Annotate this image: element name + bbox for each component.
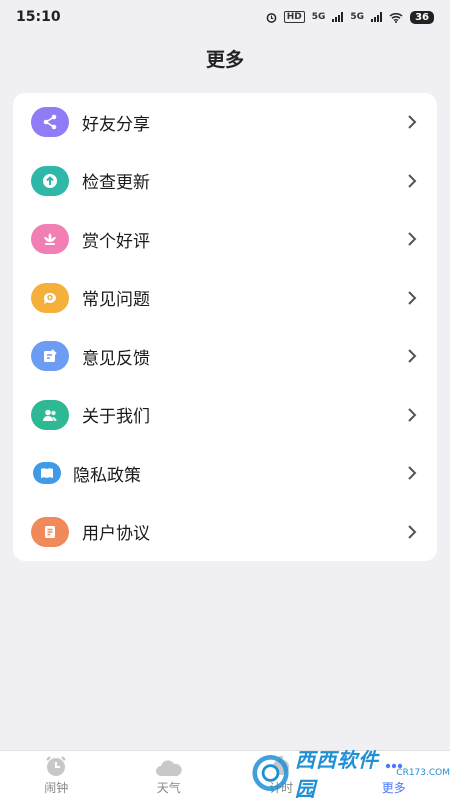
tab-label: 天气 <box>156 781 181 795</box>
cloud-icon <box>155 760 182 776</box>
tab-label: 更多 <box>381 781 406 795</box>
menu-item-feedback[interactable]: 意见反馈 <box>13 327 437 386</box>
menu-item-share[interactable]: 好友分享 <box>13 93 437 152</box>
battery-badge: 36 <box>410 10 434 24</box>
chevron-right-icon <box>405 291 419 305</box>
share-icon <box>31 107 69 138</box>
menu-item-label: 好友分享 <box>82 114 150 135</box>
question-bubble-icon <box>31 282 69 313</box>
alarm-clock-icon <box>46 756 67 776</box>
signal-bars-icon <box>332 12 344 22</box>
status-time: 15:10 <box>16 9 61 25</box>
chevron-right-icon <box>405 408 419 422</box>
menu-item-label: 意见反馈 <box>82 348 150 369</box>
book-icon <box>33 462 61 485</box>
tab-alarm[interactable]: 闹钟 <box>0 751 113 800</box>
menu-item-label: 关于我们 <box>82 407 150 428</box>
menu-item-agreement[interactable]: 用户协议 <box>13 503 437 562</box>
menu-item-label: 隐私政策 <box>73 465 141 486</box>
document-icon <box>31 516 69 547</box>
tab-label: 计时 <box>269 781 294 795</box>
tab-label: 闹钟 <box>44 781 69 795</box>
menu-item-label: 赏个好评 <box>82 231 150 252</box>
tab-weather[interactable]: 天气 <box>113 751 226 800</box>
menu-item-label: 常见问题 <box>82 290 150 311</box>
menu-item-check-update[interactable]: 检查更新 <box>13 152 437 211</box>
menu-item-about[interactable]: 关于我们 <box>13 386 437 445</box>
menu-item-faq[interactable]: 常见问题 <box>13 269 437 328</box>
tab-more[interactable]: 更多 <box>338 751 450 800</box>
more-icon <box>385 763 402 769</box>
status-icons: HD 5G 5G 36 <box>266 10 434 24</box>
menu-item-label: 检查更新 <box>82 173 150 194</box>
status-bar: 15:10 HD 5G 5G 36 <box>0 0 450 34</box>
page-title: 更多 <box>205 48 244 71</box>
people-icon <box>31 399 69 430</box>
chevron-right-icon <box>405 525 419 539</box>
bottom-tab-bar: 闹钟 天气 计时 更多 <box>0 750 450 800</box>
chevron-right-icon <box>405 466 419 480</box>
feedback-icon <box>31 341 69 372</box>
chevron-right-icon <box>405 174 419 188</box>
wifi-icon <box>389 12 403 23</box>
lotus-icon <box>31 224 69 255</box>
menu-item-rate[interactable]: 赏个好评 <box>13 210 437 269</box>
timer-icon <box>273 756 290 775</box>
alarm-status-icon <box>266 12 277 23</box>
signal-bars-icon <box>371 12 383 22</box>
chevron-right-icon <box>405 232 419 246</box>
signal-label-1: 5G <box>311 12 326 22</box>
menu-item-privacy[interactable]: 隐私政策 <box>13 444 437 503</box>
tab-timer[interactable]: 计时 <box>225 751 338 800</box>
chevron-right-icon <box>405 349 419 363</box>
more-menu-card: 好友分享 检查更新 赏个好评 常见问题 意见反馈 关于我们 隐私政策 用户协议 <box>13 93 437 561</box>
menu-item-label: 用户协议 <box>82 524 150 545</box>
chevron-right-icon <box>405 115 419 129</box>
net-label: HD <box>283 11 305 23</box>
signal-label-2: 5G <box>350 12 365 22</box>
upload-icon <box>31 165 69 196</box>
